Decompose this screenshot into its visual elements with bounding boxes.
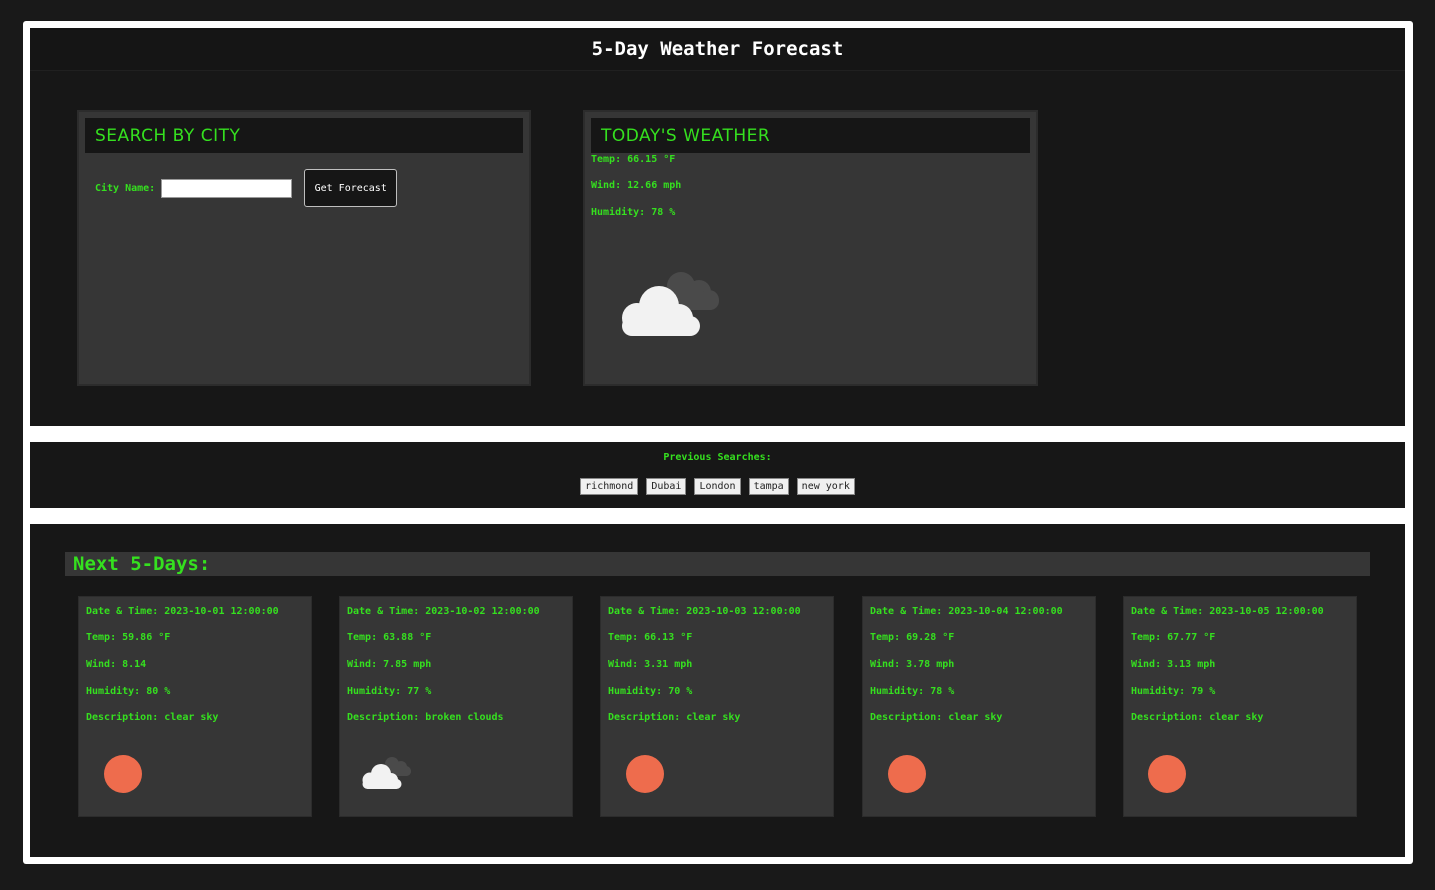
forecast-wind: Wind: 3.13 mph <box>1131 659 1216 670</box>
forecast-date: Date & Time: 2023-10-05 12:00:00 <box>1131 606 1324 617</box>
page-title: 5-Day Weather Forecast <box>30 28 1405 71</box>
forecast-card-day-1: Date & Time: 2023-10-01 12:00:00 Temp: 5… <box>78 596 312 817</box>
sun-icon <box>1148 755 1186 793</box>
city-name-label: City Name: <box>95 182 156 194</box>
forecast-description: Description: clear sky <box>608 712 741 723</box>
previous-searches-list: richmond Dubai London tampa new york <box>30 478 1405 495</box>
app-frame: 5-Day Weather Forecast SEARCH BY CITY Ci… <box>23 21 1413 864</box>
forecast-description: Description: broken clouds <box>347 712 504 723</box>
search-form: City Name: Get Forecast <box>95 169 398 207</box>
sun-icon <box>888 755 926 793</box>
forecast-card-day-3: Date & Time: 2023-10-03 12:00:00 Temp: 6… <box>600 596 834 817</box>
today-wind: Wind: 12.66 mph <box>591 180 682 191</box>
forecast-description: Description: clear sky <box>1131 712 1264 723</box>
forecast-humidity: Humidity: 79 % <box>1131 686 1216 697</box>
history-item-london[interactable]: London <box>694 478 741 495</box>
forecast-description: Description: clear sky <box>86 712 219 723</box>
search-card-title: SEARCH BY CITY <box>85 118 523 153</box>
forecast-temp: Temp: 69.28 °F <box>870 632 955 643</box>
today-weather-card: TODAY'S WEATHER Temp: 66.15 °F Wind: 12.… <box>583 110 1038 386</box>
broken-clouds-icon <box>622 272 719 336</box>
cloud-icon <box>362 757 411 789</box>
main-panel: 5-Day Weather Forecast SEARCH BY CITY Ci… <box>30 28 1405 426</box>
forecast-temp: Temp: 59.86 °F <box>86 632 171 643</box>
search-history-panel: Previous Searches: richmond Dubai London… <box>30 442 1405 508</box>
forecast-humidity: Humidity: 77 % <box>347 686 432 697</box>
city-name-input[interactable] <box>161 178 293 198</box>
forecast-card-day-2: Date & Time: 2023-10-02 12:00:00 Temp: 6… <box>339 596 573 817</box>
get-forecast-button[interactable]: Get Forecast <box>304 169 398 207</box>
forecast-wind: Wind: 7.85 mph <box>347 659 432 670</box>
forecast-heading: Next 5-Days: <box>65 552 1370 576</box>
forecast-temp: Temp: 67.77 °F <box>1131 632 1216 643</box>
sun-icon <box>626 755 664 793</box>
forecast-date: Date & Time: 2023-10-01 12:00:00 <box>86 606 279 617</box>
forecast-date: Date & Time: 2023-10-04 12:00:00 <box>870 606 1063 617</box>
forecast-wind: Wind: 8.14 <box>86 659 147 670</box>
sun-icon <box>104 755 142 793</box>
forecast-date: Date & Time: 2023-10-03 12:00:00 <box>608 606 801 617</box>
forecast-wind: Wind: 3.31 mph <box>608 659 693 670</box>
forecast-description: Description: clear sky <box>870 712 1003 723</box>
forecast-temp: Temp: 63.88 °F <box>347 632 432 643</box>
forecast-humidity: Humidity: 78 % <box>870 686 955 697</box>
search-card: SEARCH BY CITY City Name: Get Forecast <box>77 110 531 386</box>
forecast-temp: Temp: 66.13 °F <box>608 632 693 643</box>
forecast-card-day-5: Date & Time: 2023-10-05 12:00:00 Temp: 6… <box>1123 596 1357 817</box>
forecast-humidity: Humidity: 80 % <box>86 686 171 697</box>
forecast-date: Date & Time: 2023-10-02 12:00:00 <box>347 606 540 617</box>
today-temp: Temp: 66.15 °F <box>591 154 676 165</box>
forecast-card-day-4: Date & Time: 2023-10-04 12:00:00 Temp: 6… <box>862 596 1096 817</box>
history-item-dubai[interactable]: Dubai <box>646 478 687 495</box>
forecast-wind: Wind: 3.78 mph <box>870 659 955 670</box>
forecast-humidity: Humidity: 70 % <box>608 686 693 697</box>
today-weather-title: TODAY'S WEATHER <box>591 118 1030 153</box>
history-item-tampa[interactable]: tampa <box>748 478 789 495</box>
forecast-panel: Next 5-Days: Date & Time: 2023-10-01 12:… <box>30 524 1405 857</box>
history-item-richmond[interactable]: richmond <box>580 478 639 495</box>
today-humidity: Humidity: 78 % <box>591 207 676 218</box>
previous-searches-label: Previous Searches: <box>663 452 772 463</box>
history-item-new-york[interactable]: new york <box>796 478 855 495</box>
